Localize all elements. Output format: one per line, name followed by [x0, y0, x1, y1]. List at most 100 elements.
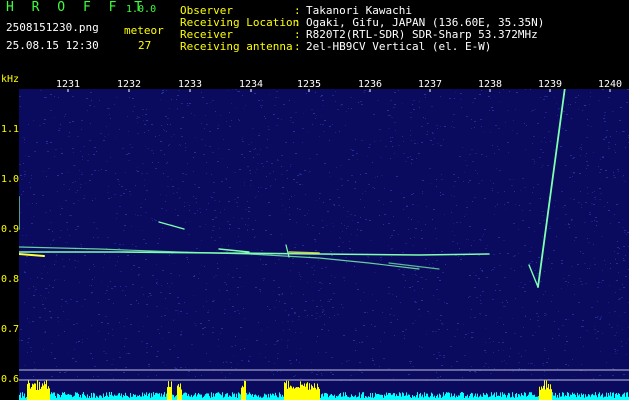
- activity-column: [403, 393, 404, 400]
- activity-column: [34, 383, 35, 400]
- noise-speck: [106, 161, 108, 162]
- noise-speck: [372, 360, 374, 361]
- activity-column: [385, 395, 386, 400]
- activity-column: [344, 396, 345, 400]
- noise-speck: [219, 201, 220, 202]
- noise-speck: [432, 132, 433, 133]
- noise-speck: [215, 217, 217, 218]
- noise-speck: [61, 173, 63, 174]
- noise-speck: [171, 99, 172, 100]
- noise-speck: [227, 167, 228, 168]
- noise-speck: [539, 223, 541, 224]
- noise-speck: [311, 315, 313, 316]
- noise-speck: [134, 255, 135, 256]
- noise-speck: [587, 193, 588, 194]
- noise-speck: [440, 126, 441, 127]
- activity-column: [430, 396, 431, 400]
- noise-speck: [236, 268, 238, 269]
- activity-column: [57, 393, 58, 400]
- noise-speck: [508, 152, 509, 153]
- noise-speck: [37, 277, 38, 278]
- noise-speck: [392, 146, 393, 147]
- noise-speck: [382, 312, 383, 313]
- noise-speck: [330, 299, 332, 300]
- activity-column: [257, 396, 258, 400]
- activity-column: [249, 392, 250, 400]
- activity-column: [77, 392, 78, 400]
- activity-column: [117, 395, 118, 400]
- noise-speck: [103, 140, 105, 141]
- activity-column: [606, 392, 607, 400]
- noise-speck: [292, 122, 294, 123]
- activity-column: [141, 396, 142, 400]
- noise-speck: [292, 321, 293, 322]
- activity-column: [399, 392, 400, 400]
- noise-speck: [505, 332, 507, 333]
- noise-speck: [175, 310, 177, 311]
- noise-speck: [370, 240, 372, 241]
- noise-speck: [320, 300, 321, 301]
- noise-speck: [242, 141, 244, 142]
- noise-speck: [315, 250, 317, 251]
- noise-speck: [78, 341, 80, 342]
- noise-speck: [320, 288, 322, 289]
- activity-column: [475, 393, 476, 400]
- noise-speck: [46, 176, 47, 177]
- noise-speck: [299, 173, 301, 174]
- noise-speck: [380, 257, 382, 258]
- noise-speck: [268, 126, 269, 127]
- noise-speck: [121, 186, 123, 187]
- noise-speck: [518, 362, 520, 363]
- noise-speck: [436, 358, 438, 359]
- noise-speck: [580, 155, 581, 156]
- noise-speck: [355, 283, 357, 284]
- noise-speck: [525, 89, 526, 90]
- noise-speck: [594, 197, 596, 198]
- noise-speck: [622, 131, 624, 132]
- noise-speck: [318, 371, 319, 372]
- noise-speck: [179, 198, 180, 199]
- noise-speck: [471, 366, 472, 367]
- noise-speck: [433, 251, 434, 252]
- meteor-count-label: meteor: [124, 24, 164, 37]
- noise-speck: [548, 131, 550, 132]
- activity-column: [89, 396, 90, 400]
- noise-speck: [616, 280, 618, 281]
- noise-speck: [170, 124, 171, 125]
- noise-speck: [398, 90, 399, 91]
- activity-column: [332, 395, 333, 400]
- noise-speck: [479, 94, 481, 95]
- activity-column: [33, 384, 34, 400]
- noise-speck: [319, 193, 321, 194]
- noise-speck: [330, 176, 331, 177]
- noise-speck: [536, 262, 537, 263]
- activity-column: [279, 392, 280, 400]
- activity-column: [118, 393, 119, 400]
- noise-speck: [522, 220, 524, 221]
- noise-speck: [87, 110, 88, 111]
- noise-speck: [442, 194, 444, 195]
- noise-speck: [403, 197, 405, 198]
- noise-speck: [625, 276, 627, 277]
- noise-speck: [609, 312, 610, 313]
- noise-speck: [31, 223, 33, 224]
- noise-speck: [255, 197, 256, 198]
- noise-speck: [138, 275, 139, 276]
- noise-speck: [433, 354, 435, 355]
- activity-column: [43, 385, 44, 400]
- noise-speck: [196, 248, 198, 249]
- activity-column: [195, 392, 196, 400]
- activity-column: [331, 394, 332, 400]
- noise-speck: [402, 136, 403, 137]
- noise-speck: [265, 118, 266, 119]
- activity-column: [527, 395, 528, 400]
- noise-speck: [490, 180, 491, 181]
- activity-column: [27, 383, 28, 400]
- noise-speck: [131, 147, 133, 148]
- noise-speck: [464, 216, 465, 217]
- noise-speck: [584, 263, 586, 264]
- noise-speck: [384, 214, 386, 215]
- noise-speck: [499, 290, 501, 291]
- noise-speck: [76, 323, 78, 324]
- noise-speck: [602, 270, 603, 271]
